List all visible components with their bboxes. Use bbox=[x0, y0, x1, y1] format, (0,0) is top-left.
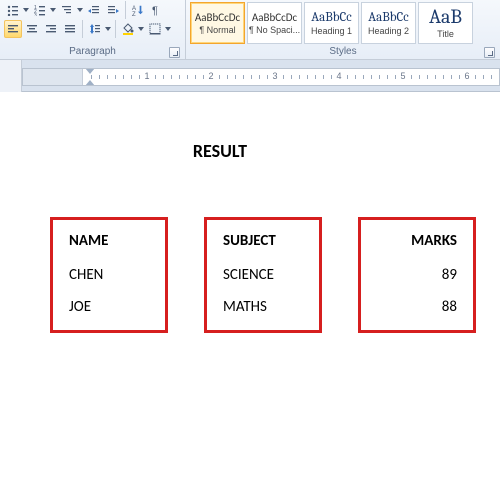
align-left-button[interactable] bbox=[4, 20, 22, 38]
first-line-indent-marker[interactable] bbox=[85, 68, 95, 74]
styles-group: AaBbCcDc¶ NormalAaBbCcDc¶ No Spaci...AaB… bbox=[186, 0, 500, 59]
ribbon: 123 AZ ¶ bbox=[0, 0, 500, 60]
document-area[interactable]: RESULT NAMECHENJOE SUBJECTSCIENCEMATHS MAR… bbox=[0, 92, 500, 333]
paragraph-dialog-launcher[interactable] bbox=[169, 47, 180, 58]
style-nospaci[interactable]: AaBbCcDc¶ No Spaci... bbox=[247, 2, 302, 44]
styles-group-label: Styles bbox=[190, 45, 496, 59]
bullets-button[interactable] bbox=[4, 1, 30, 19]
shading-button[interactable] bbox=[119, 20, 145, 38]
increase-indent-button[interactable] bbox=[104, 1, 122, 19]
hanging-indent-marker[interactable] bbox=[85, 80, 95, 86]
show-paragraph-marks-button[interactable]: ¶ bbox=[148, 1, 166, 19]
columns-container: NAMECHENJOE SUBJECTSCIENCEMATHS MARKS8988 bbox=[0, 217, 500, 333]
style-heading1[interactable]: AaBbCcHeading 1 bbox=[304, 2, 359, 44]
align-center-button[interactable] bbox=[23, 20, 41, 38]
borders-button[interactable] bbox=[146, 20, 172, 38]
line-spacing-button[interactable] bbox=[86, 20, 112, 38]
column-name: NAMECHENJOE bbox=[50, 217, 168, 333]
justify-button[interactable] bbox=[61, 20, 79, 38]
paragraph-group-label: Paragraph bbox=[4, 45, 181, 59]
numbering-button[interactable]: 123 bbox=[31, 1, 57, 19]
ruler-area: 123456 bbox=[0, 60, 500, 92]
styles-gallery[interactable]: AaBbCcDc¶ NormalAaBbCcDc¶ No Spaci...AaB… bbox=[190, 1, 475, 44]
column-subject: SUBJECTSCIENCEMATHS bbox=[204, 217, 322, 333]
style-title[interactable]: AaBTitle bbox=[418, 2, 473, 44]
page: RESULT NAMECHENJOE SUBJECTSCIENCEMATHS MAR… bbox=[0, 100, 500, 333]
align-right-button[interactable] bbox=[42, 20, 60, 38]
style-heading2[interactable]: AaBbCcHeading 2 bbox=[361, 2, 416, 44]
column-marks: MARKS8988 bbox=[358, 217, 476, 333]
multilevel-list-button[interactable] bbox=[58, 1, 84, 19]
style-normal[interactable]: AaBbCcDc¶ Normal bbox=[190, 2, 245, 44]
ruler-corner bbox=[0, 60, 22, 92]
doc-title: RESULT bbox=[0, 140, 500, 162]
decrease-indent-button[interactable] bbox=[85, 1, 103, 19]
horizontal-ruler[interactable]: 123456 bbox=[22, 68, 500, 86]
styles-dialog-launcher[interactable] bbox=[484, 47, 495, 58]
sort-button[interactable]: AZ bbox=[129, 1, 147, 19]
svg-text:¶: ¶ bbox=[152, 5, 158, 16]
svg-text:Z: Z bbox=[132, 12, 136, 16]
svg-text:3: 3 bbox=[34, 13, 37, 16]
paragraph-group: 123 AZ ¶ bbox=[0, 0, 186, 59]
